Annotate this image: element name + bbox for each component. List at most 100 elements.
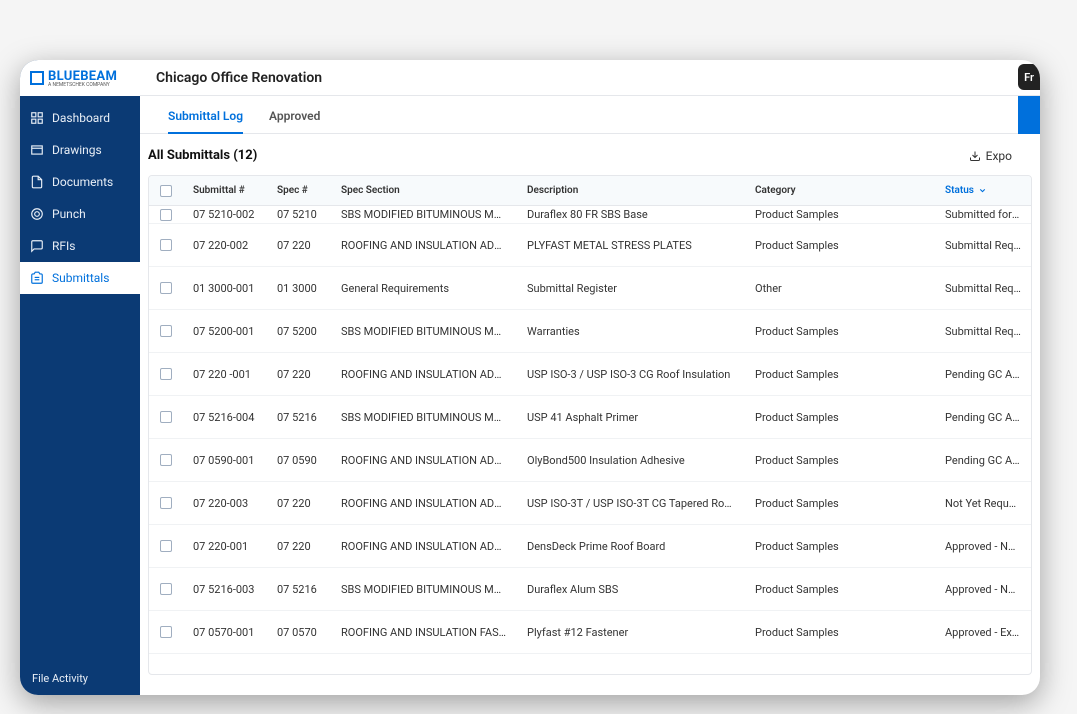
sidebar-item-submittals[interactable]: Submittals [20, 262, 140, 294]
sidebar-item-rfis[interactable]: RFIs [20, 230, 140, 262]
cell-spec: 07 220 [267, 540, 331, 553]
cell-description: Submittal Register [517, 282, 745, 295]
cell-section: SBS MODIFIED BITUMINOUS MEMBR... [331, 325, 517, 338]
cell-description: OlyBond500 Insulation Adhesive [517, 454, 745, 467]
cell-submittal: 07 220-001 [183, 540, 267, 553]
row-checkbox[interactable] [160, 325, 172, 337]
cell-category: Product Samples [745, 239, 935, 252]
sidebar-item-label: Documents [52, 175, 113, 189]
list-title: All Submittals (12) [148, 148, 257, 163]
cell-spec: 07 0570 [267, 626, 331, 639]
punch-icon [30, 207, 44, 221]
table-row[interactable]: 07 5200-00107 5200SBS MODIFIED BITUMINOU… [149, 310, 1031, 353]
toolbar: All Submittals (12) Expo [140, 134, 1040, 175]
cell-category: Product Samples [745, 208, 935, 221]
sidebar-item-dashboard[interactable]: Dashboard [20, 102, 140, 134]
cell-submittal: 07 220 -001 [183, 368, 267, 381]
cell-spec: 07 220 [267, 497, 331, 510]
cell-category: Product Samples [745, 454, 935, 467]
cell-spec: 07 0590 [267, 454, 331, 467]
col-spec[interactable]: Spec # [267, 185, 331, 196]
row-checkbox[interactable] [160, 454, 172, 466]
cell-section: ROOFING AND INSULATION FASTENE... [331, 626, 517, 639]
cell-section: SBS MODIFIED BITUMINOUS MEMBR... [331, 208, 517, 221]
sidebar-item-label: Submittals [52, 271, 109, 285]
cell-submittal: 07 0590-001 [183, 454, 267, 467]
row-checkbox[interactable] [160, 411, 172, 423]
row-checkbox[interactable] [160, 540, 172, 552]
cell-category: Product Samples [745, 583, 935, 596]
cell-category: Product Samples [745, 540, 935, 553]
cell-description: USP ISO-3T / USP ISO-3T CG Tapered Roof … [517, 497, 745, 510]
row-checkbox[interactable] [160, 368, 172, 380]
main-area: Chicago Office Renovation Fr Submittal L… [140, 60, 1040, 695]
cell-submittal: 07 5210-002 [183, 208, 267, 221]
table-row[interactable]: 01 3000-00101 3000General RequirementsSu… [149, 267, 1031, 310]
cell-status: Pending GC Appr [935, 454, 1031, 467]
cell-submittal: 07 220-002 [183, 239, 267, 252]
table-row[interactable]: 07 220 -00107 220ROOFING AND INSULATION … [149, 353, 1031, 396]
cell-section: ROOFING AND INSULATION ADHESIV... [331, 368, 517, 381]
table-row[interactable]: 07 0570-00107 0570ROOFING AND INSULATION… [149, 611, 1031, 654]
download-icon [969, 150, 981, 162]
table-row[interactable]: 07 5216-00407 5216SBS MODIFIED BITUMINOU… [149, 396, 1031, 439]
row-checkbox[interactable] [160, 497, 172, 509]
tab-approved[interactable]: Approved [269, 99, 320, 133]
col-status[interactable]: Status [935, 185, 1031, 196]
cell-section: ROOFING AND INSULATION ADHESIV... [331, 454, 517, 467]
cell-section: SBS MODIFIED BITUMINOUS MEMBR... [331, 583, 517, 596]
cell-description: Duraflex 80 FR SBS Base [517, 208, 745, 221]
sidebar-footer[interactable]: File Activity [20, 662, 140, 695]
export-button[interactable]: Expo [969, 149, 1012, 163]
cell-status: Approved - Excep [935, 626, 1031, 639]
cell-spec: 01 3000 [267, 282, 331, 295]
sidebar-item-label: RFIs [52, 239, 75, 253]
project-title: Chicago Office Renovation [156, 70, 322, 86]
sidebar-item-drawings[interactable]: Drawings [20, 134, 140, 166]
select-all-checkbox[interactable] [160, 185, 172, 197]
brand-logo: BLUEBEAM A NEMETSCHEK COMPANY [20, 60, 140, 96]
table-row[interactable]: 07 0590-00107 0590ROOFING AND INSULATION… [149, 439, 1031, 482]
row-checkbox[interactable] [160, 626, 172, 638]
cell-section: ROOFING AND INSULATION ADHESIV... [331, 239, 517, 252]
table-row[interactable]: 07 5210-00207 5210SBS MODIFIED BITUMINOU… [149, 206, 1031, 224]
row-checkbox[interactable] [160, 239, 172, 251]
cell-submittal: 01 3000-001 [183, 282, 267, 295]
cell-section: ROOFING AND INSULATION ADHESIV... [331, 497, 517, 510]
col-submittal[interactable]: Submittal # [183, 185, 267, 196]
rfis-icon [30, 239, 44, 253]
col-section[interactable]: Spec Section [331, 185, 517, 196]
sidebar-item-label: Punch [52, 207, 86, 221]
table-row[interactable]: 07 220-00207 220ROOFING AND INSULATION A… [149, 224, 1031, 267]
table-row[interactable]: 07 220-00307 220ROOFING AND INSULATION A… [149, 482, 1031, 525]
cell-description: PLYFAST METAL STRESS PLATES [517, 239, 745, 252]
tab-submittal-log[interactable]: Submittal Log [168, 99, 243, 133]
sidebar-item-punch[interactable]: Punch [20, 198, 140, 230]
brand-subtitle: A NEMETSCHEK COMPANY [48, 82, 117, 88]
cell-description: USP ISO-3 / USP ISO-3 CG Roof Insulation [517, 368, 745, 381]
col-category[interactable]: Category [745, 185, 935, 196]
cell-spec: 07 5200 [267, 325, 331, 338]
table-row[interactable]: 07 220-00107 220ROOFING AND INSULATION A… [149, 525, 1031, 568]
table-wrap: Submittal # Spec # Spec Section Descript… [140, 175, 1040, 695]
sidebar-item-documents[interactable]: Documents [20, 166, 140, 198]
table-row[interactable]: 07 5216-00307 5216SBS MODIFIED BITUMINOU… [149, 568, 1031, 611]
page-header: Chicago Office Renovation Fr [140, 60, 1040, 96]
cell-category: Product Samples [745, 411, 935, 424]
cell-submittal: 07 5216-003 [183, 583, 267, 596]
row-checkbox[interactable] [160, 209, 172, 221]
cell-spec: 07 220 [267, 239, 331, 252]
accent-strip [1018, 96, 1040, 134]
col-description[interactable]: Description [517, 185, 745, 196]
row-checkbox[interactable] [160, 583, 172, 595]
sidebar-item-label: Drawings [52, 143, 102, 157]
header-right-button[interactable]: Fr [1018, 64, 1040, 90]
cell-section: SBS MODIFIED BITUMINOUS MEMBR... [331, 411, 517, 424]
cell-category: Product Samples [745, 497, 935, 510]
cell-category: Product Samples [745, 325, 935, 338]
cell-status: Submittal Reques [935, 325, 1031, 338]
cell-status: Pending GC Appro [935, 411, 1031, 424]
cell-status: Submitted for De... [935, 208, 1031, 221]
row-checkbox[interactable] [160, 282, 172, 294]
logo-icon [30, 71, 44, 85]
